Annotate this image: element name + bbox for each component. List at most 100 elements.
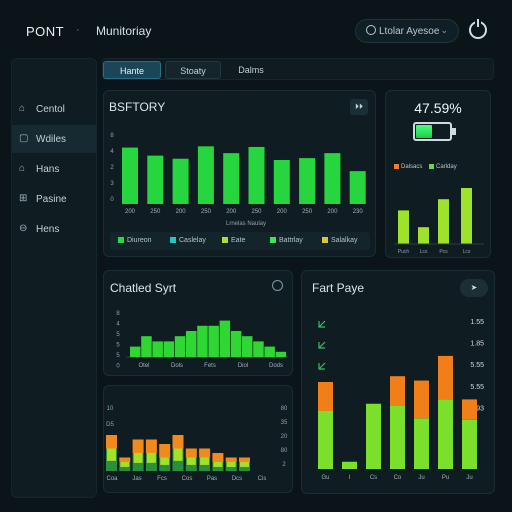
bar [461, 188, 472, 244]
bar [174, 336, 186, 357]
power-icon[interactable] [469, 19, 487, 39]
x-tick-label: Pas [207, 476, 217, 482]
bar-segment [200, 457, 210, 465]
sidebar-item-label: Hens [36, 224, 60, 235]
tab-stoaty[interactable]: Stoaty [165, 61, 221, 79]
y-tick-label: 2 [282, 462, 286, 468]
page-title: Munitoriay [96, 24, 152, 38]
x-tick-label: Co [394, 475, 402, 481]
x-tick-label: Lcs [463, 249, 471, 255]
bar-segment [173, 448, 183, 461]
x-tick-label: Coa [106, 476, 118, 482]
y-tick-label: 5 [116, 332, 120, 338]
bar [324, 153, 341, 204]
sidebar-item-hens[interactable]: ⊖ Hens [12, 215, 96, 243]
bar-segment [159, 444, 171, 458]
side-value: 1.55 [470, 319, 484, 326]
legend-item: Caslelay [170, 237, 206, 244]
bar [208, 325, 219, 357]
bar-segment [212, 453, 224, 462]
bar-segment [107, 448, 116, 461]
x-tick-label: Cis [258, 476, 267, 482]
bar-segment [119, 457, 131, 462]
x-tick-label: Dods [269, 363, 283, 369]
side-value: 5.55 [470, 362, 484, 369]
expand-button[interactable]: ⏵⏵ [350, 99, 368, 115]
x-tick-label: Puch [398, 249, 410, 255]
bar [141, 336, 152, 357]
x-tick-label: Lcs [420, 249, 428, 255]
sidebar-item-label: Hans [36, 164, 60, 175]
stacked-bar-chart: 10D540803520802CoaJasFcsCosPasDcsCis [106, 406, 288, 482]
y-tick-label: 8 [110, 133, 114, 139]
y-tick-label: D5 [106, 422, 114, 428]
x-tick-label: Ju [418, 475, 424, 481]
breadcrumb-separator: · [76, 24, 80, 36]
x-tick-label: 250 [302, 209, 313, 215]
sidebar-item-centol[interactable]: ⌂ Centol [12, 95, 96, 123]
tab-dalms[interactable]: Dalms [223, 61, 279, 79]
bar [186, 331, 197, 357]
brand-logo[interactable]: PONT [26, 24, 64, 39]
x-tick-label: Otel [138, 363, 149, 369]
bar [163, 341, 175, 357]
x-tick-label: Dcs [232, 476, 242, 482]
trend-icon [318, 341, 326, 349]
x-tick-label: Cos [182, 476, 193, 482]
bar [147, 155, 164, 204]
bar [172, 158, 189, 204]
trend-icon [318, 362, 326, 370]
side-value: 1.85 [470, 341, 484, 348]
bar [275, 351, 287, 357]
bar-segment [438, 399, 453, 469]
bar-segment [132, 439, 144, 453]
y-tick-label: 3 [110, 181, 114, 187]
bar-segment [366, 403, 381, 469]
x-tick-label: Fcs [157, 476, 167, 482]
search-label: Ltolar Ayesoe [379, 26, 440, 37]
bar-segment [390, 405, 405, 469]
bar-segment [414, 418, 429, 469]
y-tick-label: 5 [116, 343, 120, 349]
sidebar-item-pasine[interactable]: ⊞ Pasine [12, 185, 96, 213]
history-card: BSFTORY ⏵⏵ 8 4 2 3 0 200 250 200 250 200 250 200 250… [103, 90, 376, 257]
tag-icon: ⌂ [19, 163, 26, 174]
top-bar: PONT · Munitoriay Ltolar Ayesoe ⌄ [0, 0, 512, 58]
x-axis-label: Lrnelas Naulay [226, 221, 266, 227]
bar-segment [318, 382, 333, 411]
bar [122, 147, 138, 204]
bar [130, 346, 141, 357]
x-tick-label: 200 [327, 209, 338, 215]
bar [273, 159, 290, 204]
bar [299, 158, 316, 204]
y-tick-label: 8 [116, 311, 120, 317]
y-tick-label: 80 [281, 448, 288, 454]
search-dropdown[interactable]: Ltolar Ayesoe ⌄ [355, 19, 459, 43]
bar-segment [120, 462, 130, 467]
x-tick-label: I [349, 475, 351, 481]
sidebar-item-wdiles[interactable]: ▢ Wdiles [12, 125, 96, 153]
bar-segment [239, 457, 250, 462]
bar [152, 341, 163, 357]
legend-item: Eate [222, 237, 245, 244]
x-tick-label: 200 [125, 209, 136, 215]
tab-hante[interactable]: Hante [103, 61, 161, 79]
bar-segment [390, 376, 405, 406]
search-icon [366, 25, 376, 35]
bar-segment [318, 411, 333, 469]
x-tick-label: Ju [466, 475, 472, 481]
bar-segment [145, 439, 157, 453]
document-icon: ▢ [19, 133, 29, 144]
grid-icon: ⊞ [19, 193, 28, 204]
bar-segment [225, 457, 237, 462]
bar [219, 320, 231, 357]
bar-segment [106, 435, 117, 449]
x-tick-label: 230 [353, 209, 364, 215]
charge-bar-chart: Puch Lcs Pcs Lcs [394, 188, 484, 255]
card-title: BSFTORY [109, 100, 166, 114]
y-tick-label: 0 [110, 197, 114, 203]
x-tick-label: 250 [201, 209, 212, 215]
bar [418, 227, 429, 244]
home-icon: ⌂ [19, 103, 26, 114]
sidebar-item-hans[interactable]: ⌂ Hans [12, 155, 96, 183]
